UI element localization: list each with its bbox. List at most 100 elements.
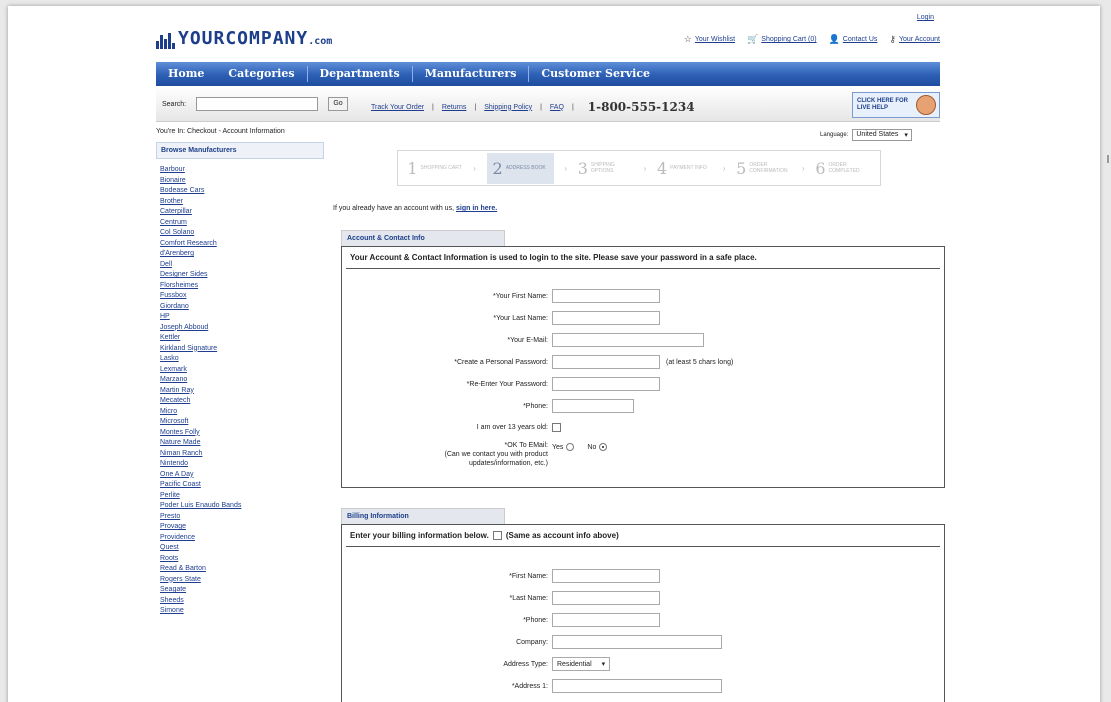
nav-manufacturers[interactable]: Manufacturers: [413, 62, 529, 86]
manufacturer-link[interactable]: Florsheimes: [160, 281, 320, 292]
manufacturer-link[interactable]: Sheeds: [160, 596, 320, 607]
manufacturer-link[interactable]: Comfort Research: [160, 239, 320, 250]
shopping-cart-link[interactable]: Shopping Cart (0): [761, 36, 816, 43]
wishlist-link[interactable]: Your Wishlist: [695, 36, 735, 43]
account-link-group[interactable]: ⚷ Your Account: [889, 34, 940, 45]
manufacturer-link[interactable]: Kirkland Signature: [160, 344, 320, 355]
manufacturer-link[interactable]: Barbour: [160, 165, 320, 176]
cart-link-group[interactable]: 🛒 Shopping Cart (0): [747, 34, 816, 45]
manufacturer-link[interactable]: Caterpillar: [160, 207, 320, 218]
manufacturer-link[interactable]: Simone: [160, 606, 320, 617]
manufacturer-link[interactable]: Quest: [160, 543, 320, 554]
last-name-input[interactable]: [552, 311, 660, 325]
manufacturer-link[interactable]: Bodease Cars: [160, 186, 320, 197]
manufacturer-link[interactable]: Micro: [160, 407, 320, 418]
manufacturer-link[interactable]: Joseph Abboud: [160, 323, 320, 334]
manufacturer-link[interactable]: Lasko: [160, 354, 320, 365]
manufacturer-link[interactable]: Presto: [160, 512, 320, 523]
ok-email-yes-radio[interactable]: [566, 443, 575, 451]
returns-link[interactable]: Returns: [442, 104, 467, 111]
age-checkbox[interactable]: [552, 423, 561, 432]
signin-link[interactable]: sign in here.: [456, 205, 497, 212]
nav-customer-service[interactable]: Customer Service: [529, 62, 662, 86]
email-row: *Your E-Mail:: [342, 333, 704, 347]
billing-first-name-label: *First Name:: [509, 572, 548, 580]
phone-row: *Phone:: [342, 399, 634, 413]
billing-phone-input[interactable]: [552, 613, 660, 627]
manufacturer-link[interactable]: Brother: [160, 197, 320, 208]
phone-input[interactable]: [552, 399, 634, 413]
same-as-account-checkbox[interactable]: [492, 531, 502, 540]
manufacturer-link[interactable]: Fussbox: [160, 291, 320, 302]
same-as-account-label: (Same as account info above): [505, 531, 619, 540]
faq-link[interactable]: FAQ: [550, 104, 564, 111]
live-help-button[interactable]: CLICK HERE FOR LIVE HELP: [852, 92, 940, 118]
manufacturer-link[interactable]: Col Solano: [160, 228, 320, 239]
billing-phone-label: *Phone:: [523, 616, 548, 624]
address-type-select[interactable]: Residential ▾: [552, 657, 611, 671]
manufacturer-link[interactable]: Providence: [160, 533, 320, 544]
account-heading: Your Account & Contact Information is us…: [346, 247, 940, 269]
step-arrow-icon: ›: [643, 163, 647, 173]
step-number: 1: [407, 158, 418, 178]
manufacturer-link[interactable]: Lexmark: [160, 365, 320, 376]
manufacturer-link[interactable]: Roots: [160, 554, 320, 565]
address1-input[interactable]: [552, 679, 722, 693]
manufacturer-link[interactable]: Microsoft: [160, 417, 320, 428]
manufacturer-link[interactable]: Read & Barton: [160, 564, 320, 575]
wishlist-link-group[interactable]: ☆ Your Wishlist: [684, 34, 735, 45]
manufacturer-link[interactable]: Giordano: [160, 302, 320, 313]
manufacturer-link[interactable]: Marzano: [160, 375, 320, 386]
ok-email-options: Yes No: [552, 443, 608, 451]
step-arrow-icon: ›: [564, 163, 568, 173]
manufacturer-link[interactable]: Martin Ray: [160, 386, 320, 397]
manufacturer-link[interactable]: One A Day: [160, 470, 320, 481]
scrollbar-marker[interactable]: [1107, 155, 1109, 163]
logo[interactable]: YOURCOMPANY.com: [156, 28, 332, 49]
manufacturer-link[interactable]: Centrum: [160, 218, 320, 229]
language-select[interactable]: United States ▾: [852, 129, 912, 141]
shipping-policy-link[interactable]: Shipping Policy: [484, 104, 532, 111]
your-account-link[interactable]: Your Account: [899, 36, 940, 43]
chevron-down-icon: ▾: [904, 132, 908, 139]
search-go-button[interactable]: Go: [328, 97, 348, 111]
cart-icon: 🛒: [747, 34, 759, 44]
email-input[interactable]: [552, 333, 704, 347]
no-label: No: [587, 443, 597, 451]
manufacturer-link[interactable]: Kettler: [160, 333, 320, 344]
billing-last-name-input[interactable]: [552, 591, 660, 605]
manufacturer-link[interactable]: Poder Luis Enaudo Bands: [160, 501, 320, 512]
login-link[interactable]: Login: [917, 14, 934, 21]
manufacturer-link[interactable]: d'Arenberg: [160, 249, 320, 260]
manufacturer-link[interactable]: Provage: [160, 522, 320, 533]
first-name-input[interactable]: [552, 289, 660, 303]
first-name-row: *Your First Name:: [342, 289, 660, 303]
manufacturer-link[interactable]: Mecatech: [160, 396, 320, 407]
manufacturer-link[interactable]: Bionaire: [160, 176, 320, 187]
nav-categories[interactable]: Categories: [216, 62, 306, 86]
billing-first-name-input[interactable]: [552, 569, 660, 583]
manufacturers-sidebar: Browse Manufacturers Barbour Bionaire Bode…: [156, 142, 324, 702]
nav-departments[interactable]: Departments: [308, 62, 412, 86]
manufacturer-link[interactable]: Rogers State: [160, 575, 320, 586]
manufacturer-link[interactable]: Nintendo: [160, 459, 320, 470]
manufacturer-link[interactable]: Dell: [160, 260, 320, 271]
billing-last-name-row: *Last Name:: [342, 591, 660, 605]
manufacturer-link[interactable]: HP: [160, 312, 320, 323]
manufacturer-link[interactable]: Seagate: [160, 585, 320, 596]
manufacturer-link[interactable]: Designer Sides: [160, 270, 320, 281]
password-input[interactable]: [552, 355, 660, 369]
nav-home[interactable]: Home: [156, 62, 216, 86]
contact-link-group[interactable]: 👤 Contact Us: [829, 34, 878, 45]
manufacturer-link[interactable]: Pacific Coast: [160, 480, 320, 491]
company-input[interactable]: [552, 635, 722, 649]
manufacturer-link[interactable]: Perlite: [160, 491, 320, 502]
ok-email-no-radio[interactable]: [599, 443, 608, 451]
manufacturer-link[interactable]: Nature Made: [160, 438, 320, 449]
manufacturer-link[interactable]: Niman Ranch: [160, 449, 320, 460]
track-order-link[interactable]: Track Your Order: [371, 104, 424, 111]
reenter-password-input[interactable]: [552, 377, 660, 391]
search-input[interactable]: [196, 97, 318, 111]
contact-us-link[interactable]: Contact Us: [843, 36, 878, 43]
manufacturer-link[interactable]: Montes Folly: [160, 428, 320, 439]
